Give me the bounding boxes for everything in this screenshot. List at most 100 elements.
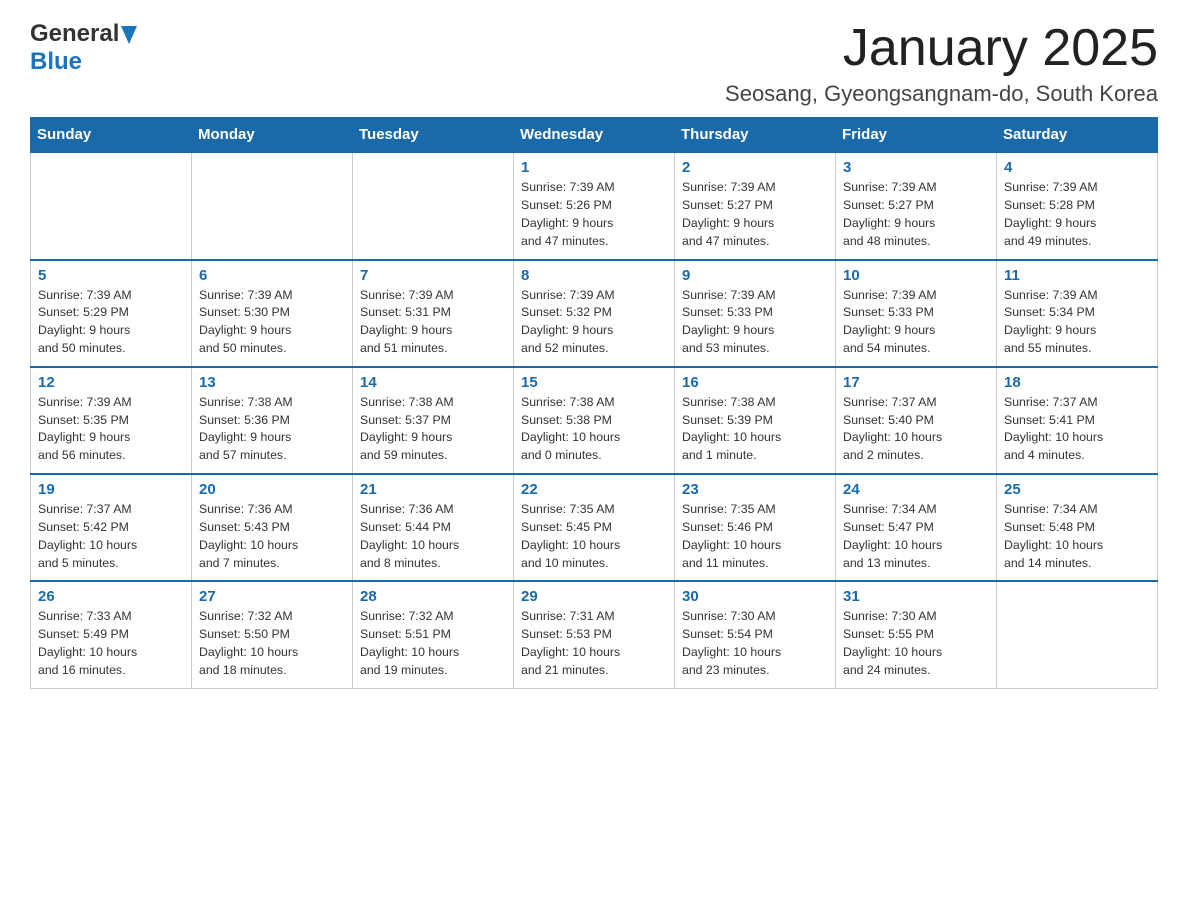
day-info: Sunrise: 7:36 AMSunset: 5:43 PMDaylight:… [199, 501, 345, 572]
calendar-week-row: 26 Sunrise: 7:33 AMSunset: 5:49 PMDayligh… [31, 581, 1158, 688]
table-row [192, 152, 353, 259]
day-info: Sunrise: 7:33 AMSunset: 5:49 PMDaylight:… [38, 608, 184, 679]
day-number: 26 [38, 588, 184, 605]
logo-blue-text: Blue [30, 48, 82, 75]
col-wednesday: Wednesday [514, 118, 675, 153]
day-number: 30 [682, 588, 828, 605]
day-number: 15 [521, 374, 667, 391]
day-info: Sunrise: 7:35 AMSunset: 5:46 PMDaylight:… [682, 501, 828, 572]
day-number: 31 [843, 588, 989, 605]
day-info: Sunrise: 7:38 AMSunset: 5:38 PMDaylight:… [521, 394, 667, 465]
day-number: 16 [682, 374, 828, 391]
day-info: Sunrise: 7:34 AMSunset: 5:47 PMDaylight:… [843, 501, 989, 572]
table-row: 30 Sunrise: 7:30 AMSunset: 5:54 PMDayligh… [675, 581, 836, 688]
day-number: 1 [521, 159, 667, 176]
col-thursday: Thursday [675, 118, 836, 153]
day-info: Sunrise: 7:30 AMSunset: 5:55 PMDaylight:… [843, 608, 989, 679]
table-row: 21 Sunrise: 7:36 AMSunset: 5:44 PMDayligh… [353, 474, 514, 581]
day-number: 25 [1004, 481, 1150, 498]
day-info: Sunrise: 7:39 AMSunset: 5:34 PMDaylight:… [1004, 287, 1150, 358]
table-row: 25 Sunrise: 7:34 AMSunset: 5:48 PMDayligh… [997, 474, 1158, 581]
col-sunday: Sunday [31, 118, 192, 153]
col-monday: Monday [192, 118, 353, 153]
table-row: 22 Sunrise: 7:35 AMSunset: 5:45 PMDayligh… [514, 474, 675, 581]
table-row: 24 Sunrise: 7:34 AMSunset: 5:47 PMDayligh… [836, 474, 997, 581]
day-info: Sunrise: 7:39 AMSunset: 5:30 PMDaylight:… [199, 287, 345, 358]
day-number: 9 [682, 267, 828, 284]
page-subtitle: Seosang, Gyeongsangnam-do, South Korea [725, 81, 1158, 107]
day-info: Sunrise: 7:37 AMSunset: 5:41 PMDaylight:… [1004, 394, 1150, 465]
day-number: 23 [682, 481, 828, 498]
day-info: Sunrise: 7:32 AMSunset: 5:51 PMDaylight:… [360, 608, 506, 679]
day-number: 6 [199, 267, 345, 284]
day-info: Sunrise: 7:39 AMSunset: 5:33 PMDaylight:… [682, 287, 828, 358]
day-number: 14 [360, 374, 506, 391]
table-row: 10Sunrise: 7:39 AMSunset: 5:33 PMDayligh… [836, 260, 997, 367]
table-row: 26 Sunrise: 7:33 AMSunset: 5:49 PMDayligh… [31, 581, 192, 688]
day-info: Sunrise: 7:31 AMSunset: 5:53 PMDaylight:… [521, 608, 667, 679]
day-info: Sunrise: 7:37 AMSunset: 5:42 PMDaylight:… [38, 501, 184, 572]
table-row: 29 Sunrise: 7:31 AMSunset: 5:53 PMDayligh… [514, 581, 675, 688]
day-number: 13 [199, 374, 345, 391]
table-row: 18 Sunrise: 7:37 AMSunset: 5:41 PMDayligh… [997, 367, 1158, 474]
day-number: 28 [360, 588, 506, 605]
table-row [31, 152, 192, 259]
table-row: 3 Sunrise: 7:39 AMSunset: 5:27 PMDaylight… [836, 152, 997, 259]
table-row: 8Sunrise: 7:39 AMSunset: 5:32 PMDaylight… [514, 260, 675, 367]
day-info: Sunrise: 7:39 AMSunset: 5:27 PMDaylight:… [843, 179, 989, 250]
day-number: 22 [521, 481, 667, 498]
table-row: 5Sunrise: 7:39 AMSunset: 5:29 PMDaylight… [31, 260, 192, 367]
day-number: 19 [38, 481, 184, 498]
table-row: 4 Sunrise: 7:39 AMSunset: 5:28 PMDaylight… [997, 152, 1158, 259]
day-info: Sunrise: 7:32 AMSunset: 5:50 PMDaylight:… [199, 608, 345, 679]
table-row [353, 152, 514, 259]
calendar-week-row: 12 Sunrise: 7:39 AMSunset: 5:35 PMDayligh… [31, 367, 1158, 474]
day-info: Sunrise: 7:34 AMSunset: 5:48 PMDaylight:… [1004, 501, 1150, 572]
day-number: 4 [1004, 159, 1150, 176]
day-info: Sunrise: 7:36 AMSunset: 5:44 PMDaylight:… [360, 501, 506, 572]
table-row: 13 Sunrise: 7:38 AMSunset: 5:36 PMDayligh… [192, 367, 353, 474]
table-row: 27 Sunrise: 7:32 AMSunset: 5:50 PMDayligh… [192, 581, 353, 688]
day-number: 2 [682, 159, 828, 176]
logo-arrow-icon [121, 26, 137, 44]
day-number: 29 [521, 588, 667, 605]
calendar-week-row: 19 Sunrise: 7:37 AMSunset: 5:42 PMDayligh… [31, 474, 1158, 581]
table-row: 1 Sunrise: 7:39 AMSunset: 5:26 PMDaylight… [514, 152, 675, 259]
day-info: Sunrise: 7:39 AMSunset: 5:26 PMDaylight:… [521, 179, 667, 250]
table-row: 14 Sunrise: 7:38 AMSunset: 5:37 PMDayligh… [353, 367, 514, 474]
day-info: Sunrise: 7:38 AMSunset: 5:37 PMDaylight:… [360, 394, 506, 465]
table-row: 9 Sunrise: 7:39 AMSunset: 5:33 PMDaylight… [675, 260, 836, 367]
page-title: January 2025 [725, 20, 1158, 77]
day-info: Sunrise: 7:35 AMSunset: 5:45 PMDaylight:… [521, 501, 667, 572]
col-friday: Friday [836, 118, 997, 153]
table-row: 23 Sunrise: 7:35 AMSunset: 5:46 PMDayligh… [675, 474, 836, 581]
day-info: Sunrise: 7:37 AMSunset: 5:40 PMDaylight:… [843, 394, 989, 465]
day-info: Sunrise: 7:39 AMSunset: 5:35 PMDaylight:… [38, 394, 184, 465]
logo: General Blue [30, 20, 137, 76]
day-number: 12 [38, 374, 184, 391]
table-row: 7Sunrise: 7:39 AMSunset: 5:31 PMDaylight… [353, 260, 514, 367]
day-info: Sunrise: 7:39 AMSunset: 5:27 PMDaylight:… [682, 179, 828, 250]
day-number: 3 [843, 159, 989, 176]
page-header: General Blue January 2025 Seosang, Gyeon… [30, 20, 1158, 107]
day-number: 20 [199, 481, 345, 498]
table-row: 15 Sunrise: 7:38 AMSunset: 5:38 PMDayligh… [514, 367, 675, 474]
day-info: Sunrise: 7:39 AMSunset: 5:31 PMDaylight:… [360, 287, 506, 358]
day-info: Sunrise: 7:39 AMSunset: 5:32 PMDaylight:… [521, 287, 667, 358]
day-number: 24 [843, 481, 989, 498]
calendar-table: Sunday Monday Tuesday Wednesday Thursday… [30, 117, 1158, 689]
title-block: January 2025 Seosang, Gyeongsangnam-do, … [725, 20, 1158, 107]
day-number: 27 [199, 588, 345, 605]
table-row: 19 Sunrise: 7:37 AMSunset: 5:42 PMDayligh… [31, 474, 192, 581]
calendar-header-row: Sunday Monday Tuesday Wednesday Thursday… [31, 118, 1158, 153]
calendar-week-row: 1 Sunrise: 7:39 AMSunset: 5:26 PMDaylight… [31, 152, 1158, 259]
day-info: Sunrise: 7:39 AMSunset: 5:28 PMDaylight:… [1004, 179, 1150, 250]
table-row [997, 581, 1158, 688]
day-info: Sunrise: 7:38 AMSunset: 5:36 PMDaylight:… [199, 394, 345, 465]
day-number: 10 [843, 267, 989, 284]
day-number: 21 [360, 481, 506, 498]
table-row: 17 Sunrise: 7:37 AMSunset: 5:40 PMDayligh… [836, 367, 997, 474]
day-number: 17 [843, 374, 989, 391]
day-number: 18 [1004, 374, 1150, 391]
day-info: Sunrise: 7:30 AMSunset: 5:54 PMDaylight:… [682, 608, 828, 679]
